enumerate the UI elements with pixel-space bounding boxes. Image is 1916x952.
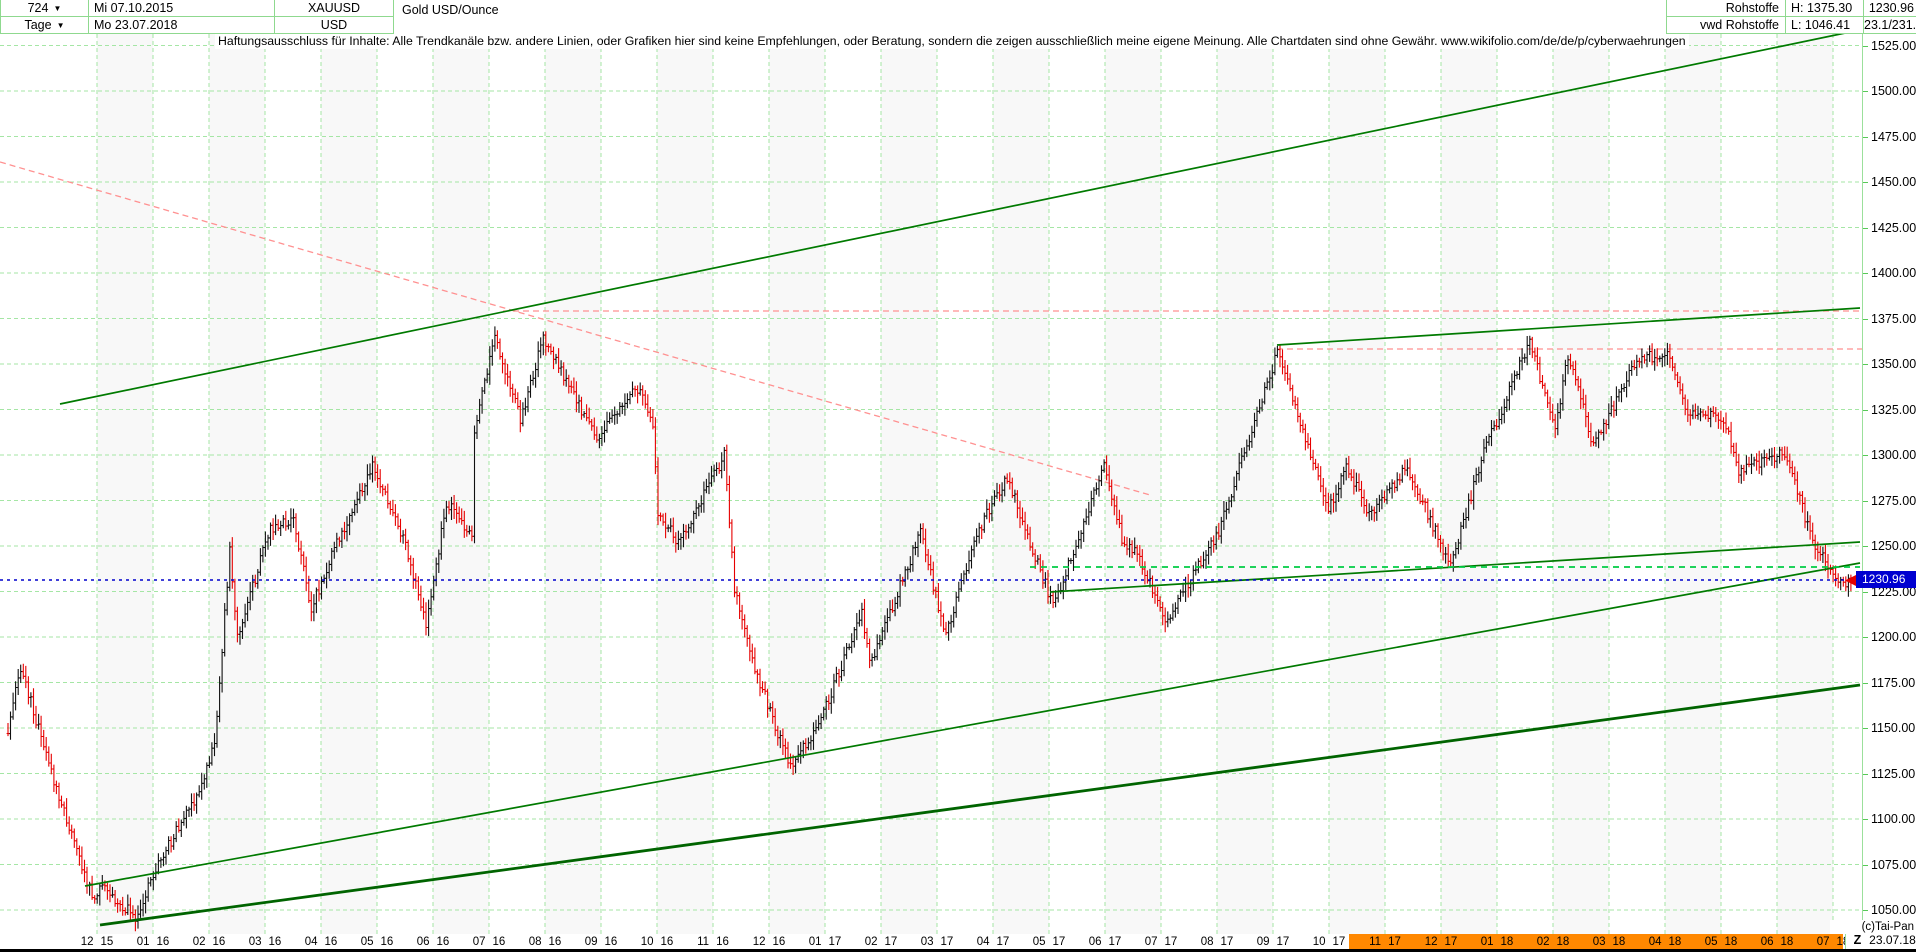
month-band bbox=[1217, 34, 1273, 934]
x-axis-label: 06 16 bbox=[416, 936, 450, 948]
y-axis-label: 1075.00 bbox=[1863, 857, 1916, 873]
x-axis-label: 07 17 bbox=[1144, 936, 1178, 948]
x-axis-label: 07 16 bbox=[472, 936, 506, 948]
price-chart-canvas[interactable] bbox=[0, 0, 1916, 952]
y-axis-label: 1525.00 bbox=[1863, 38, 1916, 54]
category-label: Rohstoffe bbox=[1666, 0, 1786, 17]
symbol-label: XAUUSD bbox=[275, 0, 394, 17]
x-axis-label: 01 18 bbox=[1480, 936, 1514, 948]
y-axis-label: 1475.00 bbox=[1863, 129, 1916, 145]
x-axis-label: 06 17 bbox=[1088, 936, 1122, 948]
y-axis-label: 1400.00 bbox=[1863, 265, 1916, 281]
y-axis-label: 1500.00 bbox=[1863, 83, 1916, 99]
period-dropdown[interactable]: Tage ▼ bbox=[0, 17, 89, 34]
month-band bbox=[433, 34, 489, 934]
month-band bbox=[97, 34, 153, 934]
x-axis-label: 05 18 bbox=[1704, 936, 1738, 948]
month-band bbox=[1441, 34, 1497, 934]
bars-count-value: 724 bbox=[27, 1, 49, 15]
y-axis-label: 1300.00 bbox=[1863, 447, 1916, 463]
x-axis-label: 11 16 bbox=[697, 936, 729, 948]
x-axis-label: 03 17 bbox=[920, 936, 954, 948]
month-band bbox=[545, 34, 601, 934]
month-band bbox=[1553, 34, 1609, 934]
x-axis-label: 12 17 bbox=[1424, 936, 1458, 948]
y-axis-label: 1175.00 bbox=[1863, 675, 1915, 691]
last-price-tag: 1230.96 bbox=[1856, 571, 1916, 588]
x-axis-label: 05 17 bbox=[1032, 936, 1066, 948]
x-axis-label: 03 16 bbox=[248, 936, 282, 948]
x-axis-label: 09 17 bbox=[1256, 936, 1290, 948]
x-axis-label: 12 16 bbox=[752, 936, 786, 948]
y-axis-label: 1200.00 bbox=[1863, 629, 1916, 645]
x-axis-label: 04 17 bbox=[976, 936, 1010, 948]
y-axis-label: 1150.00 bbox=[1863, 720, 1915, 736]
month-band bbox=[1329, 34, 1385, 934]
x-axis-label: 02 16 bbox=[192, 936, 226, 948]
data-source-label: vwd Rohstoffe bbox=[1666, 17, 1786, 34]
zoom-button[interactable]: Z bbox=[1845, 932, 1870, 949]
change-label: 23.1/231.2 bbox=[1864, 17, 1916, 34]
currency-label: USD bbox=[275, 17, 394, 34]
month-band bbox=[1665, 34, 1721, 934]
y-axis-label: 1375.00 bbox=[1863, 311, 1916, 327]
x-axis-label: 08 16 bbox=[528, 936, 562, 948]
x-axis-label: 02 18 bbox=[1536, 936, 1570, 948]
x-axis-label: 12 15 bbox=[80, 936, 114, 948]
y-axis-label: 1100.00 bbox=[1863, 811, 1915, 827]
date-from: Mi 07.10.2015 bbox=[89, 0, 275, 17]
y-axis-label: 1350.00 bbox=[1863, 356, 1916, 372]
month-band bbox=[1105, 34, 1161, 934]
period-low-label: L: 1046.41 bbox=[1786, 17, 1864, 34]
instrument-title: Gold USD/Ounce bbox=[402, 3, 499, 17]
x-axis-label: 01 16 bbox=[136, 936, 170, 948]
chart-window: 724 ▼ Tage ▼ Mi 07.10.2015 Mo 23.07.2018 X… bbox=[0, 0, 1916, 952]
x-axis-label: 03 18 bbox=[1592, 936, 1626, 948]
y-axis-label: 1425.00 bbox=[1863, 220, 1916, 236]
x-axis-label: 08 17 bbox=[1200, 936, 1234, 948]
y-axis-label: 1275.00 bbox=[1863, 493, 1916, 509]
month-band bbox=[1777, 34, 1833, 934]
month-band bbox=[769, 34, 825, 934]
period-value: Tage bbox=[24, 18, 52, 32]
month-band bbox=[209, 34, 265, 934]
disclaimer-text: Haftungsausschluss für Inhalte: Alle Tre… bbox=[215, 34, 1689, 49]
y-axis-label: 1250.00 bbox=[1863, 538, 1916, 554]
x-axis-label: 04 16 bbox=[304, 936, 338, 948]
date-to: Mo 23.07.2018 bbox=[89, 17, 275, 34]
last-date-label: 23.07.18 bbox=[1869, 932, 1916, 949]
bars-count-dropdown[interactable]: 724 ▼ bbox=[0, 0, 89, 17]
month-band bbox=[881, 34, 937, 934]
x-axis-label: 10 16 bbox=[640, 936, 674, 948]
x-axis-label: 05 16 bbox=[360, 936, 394, 948]
last-price-label: 1230.96 bbox=[1864, 0, 1916, 17]
y-axis-label: 1125.00 bbox=[1863, 766, 1915, 782]
y-axis-label: 1325.00 bbox=[1863, 402, 1916, 418]
y-axis-label: 1050.00 bbox=[1863, 902, 1916, 918]
chevron-down-icon: ▼ bbox=[53, 4, 62, 13]
x-axis-label: 09 16 bbox=[584, 936, 618, 948]
y-axis-label: 1450.00 bbox=[1863, 174, 1916, 190]
y-axis: 1525.00 1500.00 1475.00 1450.00 1425.00 1400.… bbox=[1862, 34, 1916, 934]
chevron-down-icon: ▼ bbox=[56, 21, 65, 30]
month-band bbox=[657, 34, 713, 934]
x-axis-label: 01 17 bbox=[808, 936, 842, 948]
period-high-label: H: 1375.30 bbox=[1786, 0, 1864, 17]
month-band bbox=[321, 34, 377, 934]
x-axis-label: 10 17 bbox=[1312, 936, 1346, 948]
x-axis-label: 04 18 bbox=[1648, 936, 1682, 948]
x-axis-label: 06 18 bbox=[1760, 936, 1794, 948]
x-axis-label: 02 17 bbox=[864, 936, 898, 948]
x-axis-label: 11 17 bbox=[1369, 936, 1401, 948]
copyright-label: (c)Tai-Pan bbox=[1830, 920, 1914, 934]
